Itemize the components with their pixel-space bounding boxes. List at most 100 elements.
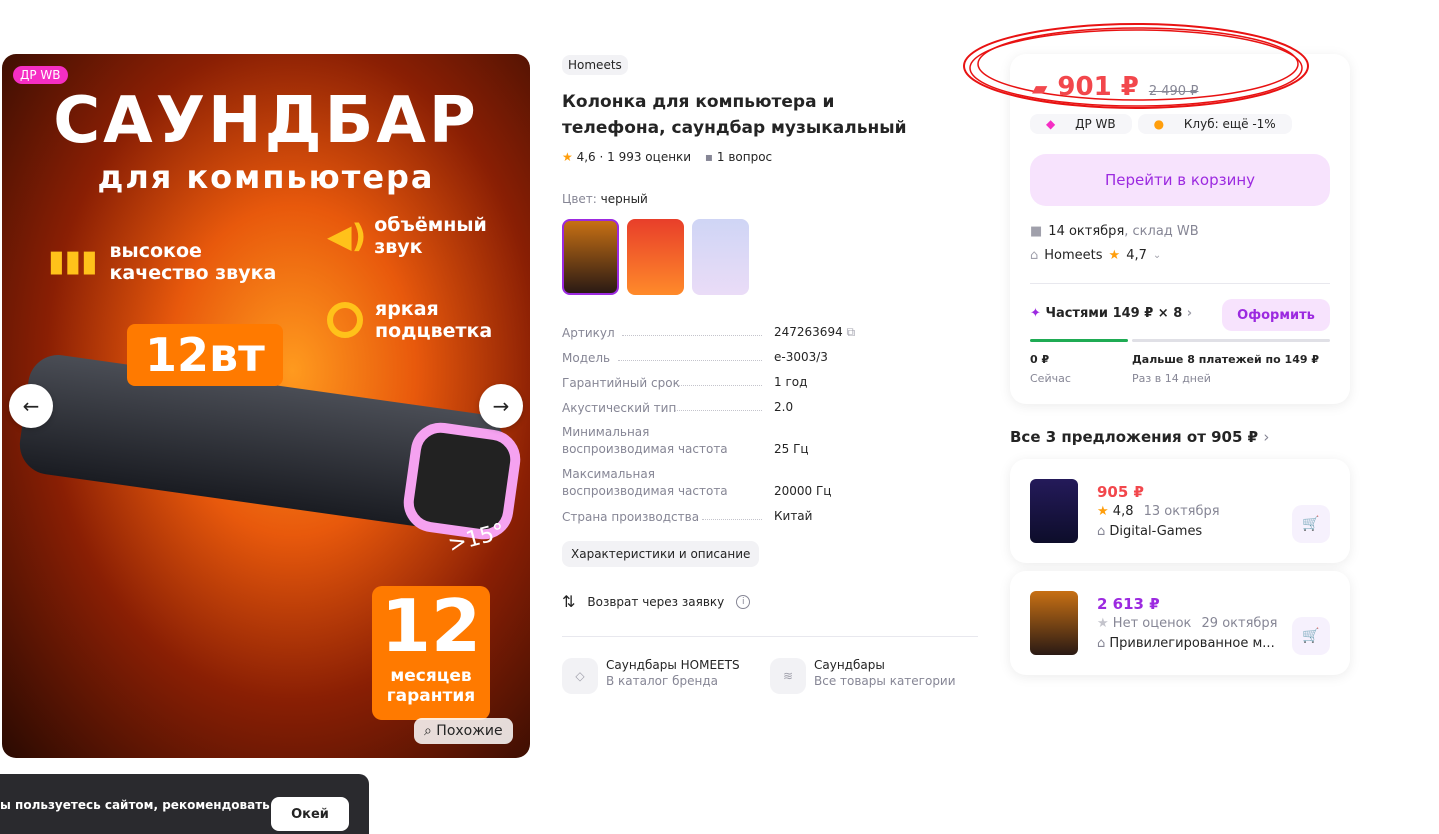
star-icon: ★ xyxy=(1097,504,1109,519)
color-selector-label: Цвет: черный xyxy=(562,192,648,206)
offer-rating-row: ★ 4,8 13 октября xyxy=(1097,504,1220,519)
spec-value: e-3003/3 xyxy=(774,350,828,364)
star-icon: ★ xyxy=(1097,616,1109,631)
questions-link[interactable]: 1 вопрос xyxy=(717,150,772,164)
category-title: Саундбары xyxy=(814,658,885,672)
offer-add-to-cart-button[interactable]: 🛒 xyxy=(1292,505,1330,543)
similar-button[interactable]: ⌕ Похожие xyxy=(414,718,513,744)
feature-sound-quality: ▮▮▮ высокое качество звука xyxy=(48,240,276,284)
pay-later-label: Раз в 14 дней xyxy=(1132,372,1211,385)
spec-value: Китай xyxy=(774,509,813,523)
pay-now: 0 ₽ Сейчас xyxy=(1030,353,1071,385)
offer-seller: Привилегированное м... xyxy=(1109,636,1275,651)
divider xyxy=(1030,283,1330,284)
info-icon[interactable]: i xyxy=(736,594,751,609)
offer-rating-row: ★ Нет оценок 29 октября xyxy=(1097,616,1278,631)
offer-seller-row: ⌂ Привилегированное м... xyxy=(1097,636,1275,651)
rating-row[interactable]: ★ 4,6 · 1 993 оценки ▪ 1 вопрос xyxy=(562,150,772,164)
brand-catalog-title: Саундбары HOMEETS xyxy=(606,658,740,672)
star-icon: ★ xyxy=(562,150,573,164)
divider xyxy=(562,636,978,637)
pay-now-label: Сейчас xyxy=(1030,372,1071,385)
offer-image[interactable] xyxy=(1030,479,1078,543)
spec-value: 25 Гц xyxy=(774,442,809,456)
tag-club-label: Клуб: ещё -1% xyxy=(1175,114,1284,134)
price-row: ▰ 901 ₽ 2 490 ₽ xyxy=(1032,72,1198,102)
color-thumb-black[interactable] xyxy=(562,219,619,295)
speaker-icon: ◀) xyxy=(327,217,367,255)
tag-wb-birthday[interactable]: ◆ ДР WB xyxy=(1030,114,1132,134)
spec-key: Минимальная воспроизводимая частота xyxy=(562,425,728,456)
spec-key: Страна производства xyxy=(562,510,700,524)
color-thumb-white[interactable] xyxy=(692,219,749,295)
spec-key: Акустический тип xyxy=(562,401,677,415)
delivery-store: , склад WB xyxy=(1124,224,1199,239)
shop-icon: ⌂ xyxy=(1097,636,1106,651)
details-button[interactable]: Характеристики и описание xyxy=(562,541,760,567)
pay-now-amount: 0 ₽ xyxy=(1030,353,1050,366)
box-icon: ■ xyxy=(1030,224,1043,239)
gift-icon: ◆ xyxy=(1038,114,1064,134)
offer-add-to-cart-button[interactable]: 🛒 xyxy=(1292,617,1330,655)
category-link[interactable]: ≋ Саундбары Все товары категории xyxy=(770,658,956,694)
cart-icon: 🛒 xyxy=(1302,516,1320,532)
spec-key: Гарантийный срок xyxy=(562,376,680,390)
cookie-ok-button[interactable]: Окей xyxy=(271,797,349,831)
reviews-link[interactable]: 1 993 оценки xyxy=(607,150,691,164)
spec-value: 247263694 ⧉ xyxy=(774,325,855,340)
offer-image[interactable] xyxy=(1030,591,1078,655)
copy-icon[interactable]: ⧉ xyxy=(847,325,856,339)
spec-value: 20000 Гц xyxy=(774,484,832,498)
color-label: Цвет: xyxy=(562,192,597,206)
offers-header-text: Все 3 предложения от 905 ₽ xyxy=(1010,428,1259,446)
current-price: 901 ₽ xyxy=(1057,72,1139,102)
return-policy[interactable]: ⇅ Возврат через заявку i xyxy=(562,592,751,611)
warranty-badge: 12 месяцев гарантия xyxy=(372,586,490,720)
warranty-text: месяцев гарантия xyxy=(386,666,476,706)
go-to-cart-button[interactable]: Перейти в корзину xyxy=(1030,154,1330,206)
feature-surround: ◀) объёмный звук xyxy=(327,214,487,258)
product-main-image[interactable]: САУНДБАР для компьютера ▮▮▮ высокое каче… xyxy=(2,54,530,758)
offers-header[interactable]: Все 3 предложения от 905 ₽ › xyxy=(1010,428,1269,446)
old-price: 2 490 ₽ xyxy=(1148,84,1199,99)
warranty-number: 12 xyxy=(380,584,482,668)
installments-text: Частями 149 ₽ × 8 xyxy=(1045,306,1183,321)
wallet-icon: ▰ xyxy=(1032,76,1048,100)
offer-rating: Нет оценок xyxy=(1112,616,1192,631)
offer-date: 13 октября xyxy=(1143,504,1220,519)
installment-progress-paid xyxy=(1030,339,1128,342)
tag-icon: ◇ xyxy=(562,658,598,694)
arrow-left-icon: ← xyxy=(22,394,40,418)
installments-link[interactable]: ✦ Частями 149 ₽ × 8 › xyxy=(1030,306,1192,321)
feature-light-text: яркая подцветка xyxy=(375,298,493,342)
seller-rating: 4,7 xyxy=(1126,248,1147,263)
power-badge: 12вт xyxy=(127,324,283,386)
promo-tags: ◆ ДР WB ● Клуб: ещё -1% xyxy=(1030,114,1292,134)
brand-catalog-sub: В каталог бренда xyxy=(606,674,719,688)
wb-birthday-badge: ДР WB xyxy=(13,66,68,84)
pay-later: Дальше 8 платежей по 149 ₽ Раз в 14 дней xyxy=(1132,353,1319,385)
delivery-info[interactable]: ■ 14 октября, склад WB xyxy=(1030,224,1199,239)
tag-club[interactable]: ● Клуб: ещё -1% xyxy=(1137,114,1292,134)
category-sub: Все товары категории xyxy=(814,674,956,688)
next-image-button[interactable]: → xyxy=(479,384,523,428)
offer-price: 905 ₽ xyxy=(1097,483,1144,501)
color-thumb-red[interactable] xyxy=(627,219,684,295)
spec-value: 1 год xyxy=(774,375,808,389)
brand-catalog-link[interactable]: ◇ Саундбары HOMEETS В каталог бренда xyxy=(562,658,740,694)
seller-info[interactable]: ⌂ Homeets ★ 4,7 ⌄ xyxy=(1030,248,1161,263)
club-icon: ● xyxy=(1145,114,1173,134)
cart-icon: 🛒 xyxy=(1302,628,1320,644)
layers-icon: ≋ xyxy=(770,658,806,694)
offer-rating: 4,8 xyxy=(1112,504,1134,519)
feature-light: яркая подцветка xyxy=(327,298,492,342)
hero-title: САУНДБАР xyxy=(53,84,479,158)
prev-image-button[interactable]: ← xyxy=(9,384,53,428)
brand-link[interactable]: Homeets xyxy=(562,55,628,75)
offer-seller-row: ⌂ Digital-Games xyxy=(1097,524,1202,539)
soundbar-knob-ring xyxy=(399,418,525,544)
installments-apply-button[interactable]: Оформить xyxy=(1222,299,1330,331)
cookie-text: ы пользуетесь сайтом, рекомендовать xyxy=(0,798,270,812)
chevron-down-icon: ⌄ xyxy=(1152,250,1162,261)
star-icon: ★ xyxy=(1108,248,1121,263)
